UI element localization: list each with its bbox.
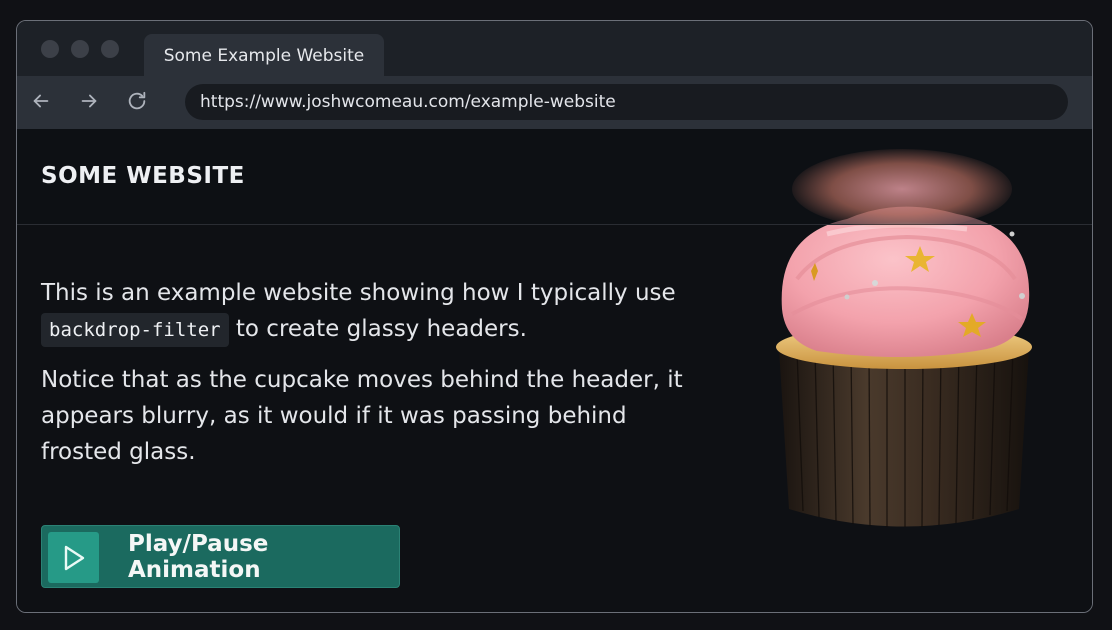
reload-button[interactable] [126,90,148,112]
play-pause-label: Play/Pause Animation [128,530,269,583]
inline-code: backdrop-filter [41,313,229,347]
browser-tab[interactable]: Some Example Website [144,34,384,77]
intro-text-after: to create glassy headers. [235,316,527,342]
back-button[interactable] [30,90,52,112]
browser-toolbar: https://www.joshwcomeau.com/example-webs… [17,76,1092,129]
browser-window: Some Example Website https://www.joshwco… [16,20,1093,613]
window-maximize-dot[interactable] [101,40,119,58]
intro-paragraph: This is an example website showing how I… [41,275,701,348]
address-bar[interactable]: https://www.joshwcomeau.com/example-webs… [185,84,1068,120]
url-text: https://www.joshwcomeau.com/example-webs… [200,92,616,112]
window-close-dot[interactable] [41,40,59,58]
play-icon-box [48,532,99,583]
site-title: SOME WEBSITE [41,163,245,189]
title-bar: Some Example Website [17,21,1092,77]
window-minimize-dot[interactable] [71,40,89,58]
play-icon [64,545,84,570]
page-content: This is an example website showing how I… [41,275,701,484]
arrow-right-icon [81,94,97,108]
play-pause-button[interactable]: Play/Pause Animation [41,525,400,588]
tab-title: Some Example Website [163,45,365,66]
notice-paragraph: Notice that as the cupcake moves behind … [41,367,683,465]
reload-icon [128,91,146,110]
blurred-cupcake-top [792,149,1012,229]
web-page: SOME WEBSITE This is an example website … [17,129,1092,612]
intro-text-before: This is an example website showing how I… [41,280,676,306]
arrow-left-icon [33,94,49,108]
forward-button[interactable] [78,90,100,112]
